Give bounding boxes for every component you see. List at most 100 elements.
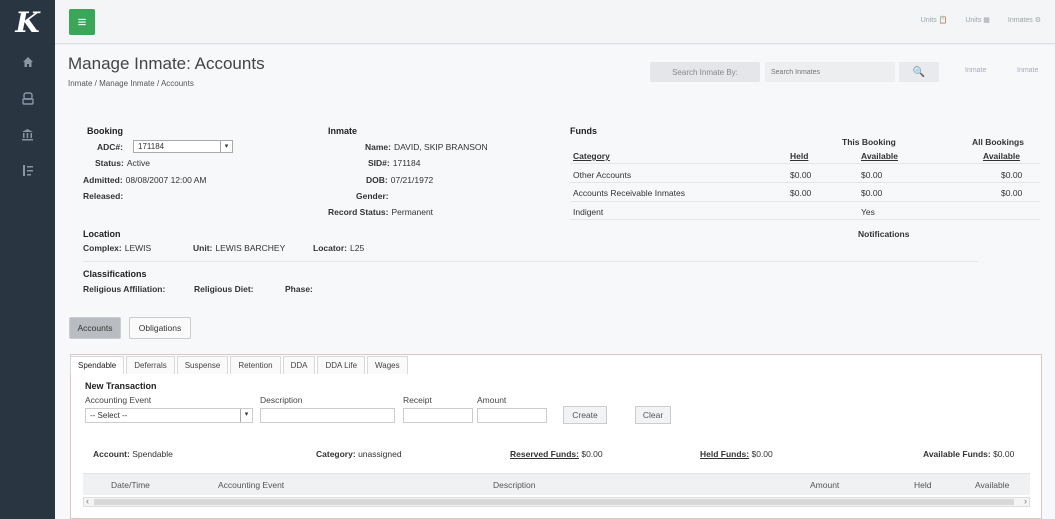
- new-transaction-title: New Transaction: [85, 381, 157, 391]
- scroll-left-icon[interactable]: ‹: [86, 496, 89, 506]
- adc-select[interactable]: 171184 ▾: [133, 140, 233, 153]
- topbar-link-1[interactable]: Units 📋: [921, 16, 948, 24]
- accounting-event-label: Accounting Event: [85, 395, 152, 405]
- bank-icon[interactable]: [0, 116, 55, 152]
- header-link-1[interactable]: Inmate: [965, 67, 986, 74]
- notifications-label: Notifications: [858, 229, 910, 239]
- scroll-right-icon[interactable]: ›: [1024, 496, 1027, 506]
- accounting-event-select[interactable]: -- Select -- ▾: [85, 408, 253, 423]
- released-label: Released:: [83, 191, 124, 201]
- topbar-link-2[interactable]: Units ▦: [965, 16, 990, 24]
- record-status-label: Record Status:: [328, 207, 389, 217]
- accounting-event-value: -- Select --: [90, 411, 128, 420]
- scrollbar-thumb[interactable]: [94, 499, 1014, 505]
- hamburger-menu-icon[interactable]: ≡: [69, 9, 95, 35]
- header-link-2[interactable]: Inmate: [1017, 67, 1038, 74]
- unit-value: LEWIS BARCHEY: [215, 243, 286, 253]
- topbar-links: Units 📋 Units ▦ Inmates ⚙: [921, 16, 1041, 24]
- subtab-spendable[interactable]: Spendable: [70, 356, 125, 374]
- account-summary-bar: Account: Spendable Category: unassigned …: [83, 443, 1038, 467]
- amount-input[interactable]: [477, 408, 547, 423]
- subtab-dda[interactable]: DDA: [282, 356, 316, 374]
- col-description[interactable]: Description: [493, 480, 536, 490]
- user-icon[interactable]: [0, 80, 55, 116]
- inmate-section-title: Inmate: [328, 126, 358, 136]
- available-funds-value: $0.00: [993, 449, 1015, 459]
- record-status-value: Permanent: [391, 207, 434, 217]
- search-input[interactable]: [765, 62, 895, 82]
- tab-accounts[interactable]: Accounts: [69, 317, 121, 339]
- sidebar: K: [0, 0, 55, 519]
- funds-row-held: $0.00: [790, 188, 812, 198]
- col-available[interactable]: Available: [975, 480, 1009, 490]
- all-bookings-header: All Bookings: [972, 137, 1024, 147]
- receipt-input[interactable]: [403, 408, 473, 423]
- reserved-funds-value: $0.00: [581, 449, 603, 459]
- classifications-section-title: Classifications: [83, 269, 147, 279]
- description-label: Description: [260, 395, 303, 405]
- funds-row-available: $0.00: [861, 188, 883, 198]
- topbar-link-3[interactable]: Inmates ⚙: [1008, 16, 1041, 24]
- funds-row-category: Accounts Receivable Inmates: [573, 188, 685, 198]
- receipt-label: Receipt: [403, 395, 432, 405]
- col-date-time[interactable]: Date/Time: [111, 480, 150, 490]
- category-value: unassigned: [358, 449, 402, 459]
- funds-row-held: $0.00: [790, 170, 812, 180]
- tab-obligations[interactable]: Obligations: [129, 317, 191, 339]
- location-section-title: Location: [83, 229, 121, 239]
- breadcrumb[interactable]: Inmate / Manage Inmate / Accounts: [68, 79, 194, 88]
- home-icon[interactable]: [0, 44, 55, 80]
- chevron-down-icon: ▾: [240, 409, 252, 422]
- account-value: Spendable: [132, 449, 173, 459]
- dob-value: 07/21/1972: [390, 175, 434, 185]
- description-input[interactable]: [260, 408, 395, 423]
- locator-value: L25: [350, 243, 365, 253]
- funds-row-category: Other Accounts: [573, 170, 632, 180]
- status-label: Status:: [95, 158, 124, 168]
- subtab-wages[interactable]: Wages: [367, 356, 408, 374]
- col-held[interactable]: Held: [914, 480, 931, 490]
- search-by-button[interactable]: Search Inmate By:: [650, 62, 760, 82]
- subtab-retention[interactable]: Retention: [230, 356, 281, 374]
- app-logo[interactable]: K: [0, 0, 55, 44]
- held-funds-value: $0.00: [751, 449, 773, 459]
- funds-col-held[interactable]: Held: [790, 151, 808, 161]
- topbar: ≡ Units 📋 Units ▦ Inmates ⚙: [55, 0, 1055, 44]
- horizontal-scrollbar[interactable]: ‹ ›: [83, 496, 1030, 507]
- funds-col-all-available[interactable]: Available: [983, 151, 1020, 161]
- funds-row-available: $0.00: [861, 170, 883, 180]
- this-booking-header: This Booking: [842, 137, 896, 147]
- adc-value: 171184: [138, 142, 165, 151]
- unit-label: Unit:: [193, 243, 213, 253]
- search-icon[interactable]: 🔍: [899, 62, 939, 82]
- held-funds-label[interactable]: Held Funds:: [700, 449, 749, 459]
- adc-label: ADC#:: [97, 142, 123, 152]
- available-funds-label: Available Funds:: [923, 449, 991, 459]
- chevron-down-icon: ▾: [220, 141, 232, 152]
- subtab-suspense[interactable]: Suspense: [176, 356, 229, 374]
- dob-label: DOB:: [366, 175, 388, 185]
- create-button[interactable]: Create: [563, 406, 607, 424]
- sid-value: 171184: [392, 158, 421, 168]
- funds-row-all: $0.00: [1001, 188, 1023, 198]
- account-label: Account:: [93, 449, 130, 459]
- admitted-label: Admitted:: [83, 175, 123, 185]
- list-icon[interactable]: [0, 152, 55, 188]
- status-value: Active: [126, 158, 150, 168]
- funds-col-category[interactable]: Category: [573, 151, 610, 161]
- clear-button[interactable]: Clear: [635, 406, 671, 424]
- locator-label: Locator:: [313, 243, 347, 253]
- reserved-funds-label[interactable]: Reserved Funds:: [510, 449, 579, 459]
- funds-row-all: $0.00: [1001, 170, 1023, 180]
- admitted-value: 08/08/2007 12:00 AM: [125, 175, 207, 185]
- phase-label: Phase:: [285, 284, 313, 294]
- complex-label: Complex:: [83, 243, 122, 253]
- subtab-dda-life[interactable]: DDA Life: [317, 356, 366, 374]
- name-label: Name:: [365, 142, 391, 152]
- funds-col-available[interactable]: Available: [861, 151, 898, 161]
- col-amount[interactable]: Amount: [810, 480, 839, 490]
- subtab-deferrals[interactable]: Deferrals: [126, 356, 175, 374]
- col-accounting-event[interactable]: Accounting Event: [218, 480, 284, 490]
- funds-section-title: Funds: [570, 126, 597, 136]
- funds-row-available: Yes: [861, 207, 875, 217]
